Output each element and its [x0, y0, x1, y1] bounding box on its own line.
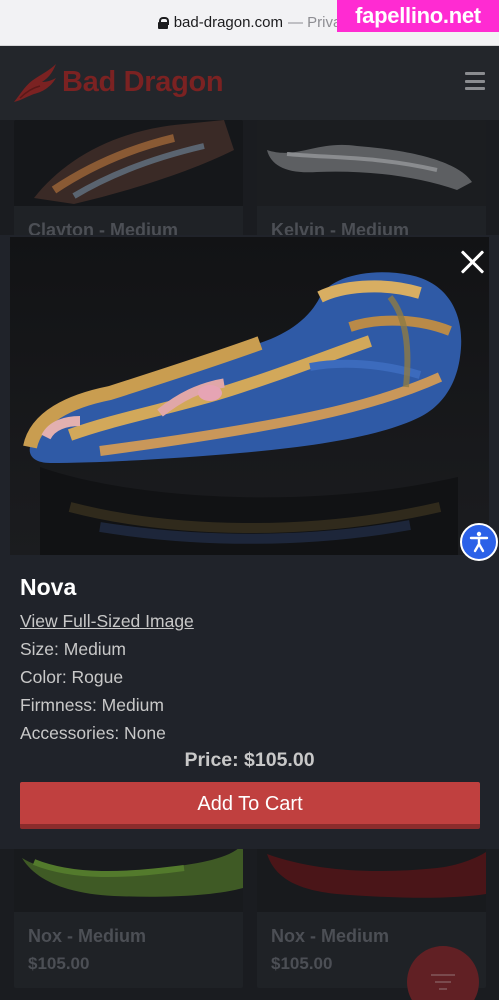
url-suffix: — Priva: [287, 14, 342, 31]
site-logo-text[interactable]: Bad Dragon: [62, 66, 224, 99]
product-large-image[interactable]: [10, 237, 489, 555]
product-card[interactable]: Kelvin - Medium: [257, 120, 486, 238]
hamburger-icon[interactable]: [465, 72, 485, 90]
product-card[interactable]: Nox - Medium $105.00: [14, 848, 243, 988]
close-icon[interactable]: [456, 245, 490, 279]
url-domain: bad-dragon.com: [173, 14, 283, 31]
product-price: Price: $105.00: [184, 749, 315, 771]
product-card-name[interactable]: Nox - Medium: [28, 926, 146, 947]
lock-icon: [157, 16, 169, 29]
spec-color: Color: Rogue: [20, 667, 124, 687]
product-card[interactable]: Clayton - Medium: [14, 120, 243, 238]
product-image: [257, 120, 486, 206]
product-image: [257, 848, 486, 912]
product-title: Nova: [20, 574, 77, 600]
site-header: Bad Dragon: [0, 46, 499, 120]
accessibility-figure-icon: [469, 531, 489, 553]
product-card-price: $105.00: [28, 954, 90, 973]
product-image: [14, 120, 243, 206]
filter-icon: [430, 974, 456, 990]
watermark: fapellino.net: [337, 0, 499, 32]
product-card-price: $105.00: [271, 954, 333, 973]
add-to-cart-button[interactable]: Add To Cart: [20, 782, 480, 829]
spec-accessories: Accessories: None: [20, 723, 166, 743]
dragon-logo-icon[interactable]: [12, 62, 58, 106]
spec-firmness: Firmness: Medium: [20, 695, 164, 715]
accessibility-icon[interactable]: [460, 523, 498, 561]
spec-size: Size: Medium: [20, 639, 127, 659]
product-image: [14, 848, 243, 912]
view-full-image-link[interactable]: View Full-Sized Image: [20, 611, 194, 632]
product-card-name[interactable]: Nox - Medium: [271, 926, 389, 947]
